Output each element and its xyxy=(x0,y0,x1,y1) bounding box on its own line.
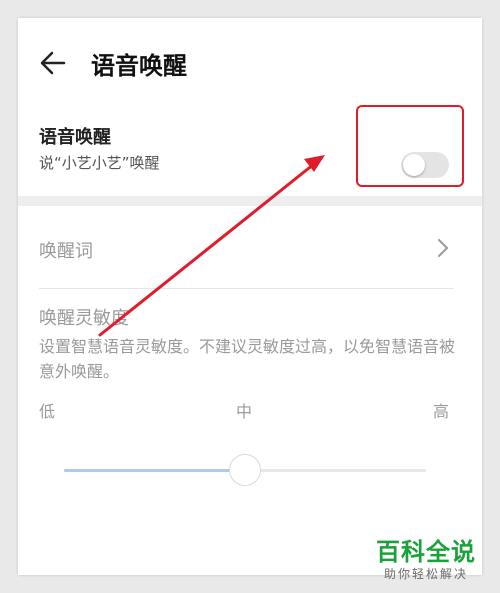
watermark-main: 百科全说 xyxy=(376,538,476,566)
voice-wakeup-title: 语音唤醒 xyxy=(39,127,111,148)
sensitivity-tick-mid: 中 xyxy=(236,402,253,421)
sensitivity-tick-low: 低 xyxy=(39,402,56,421)
page-title: 语音唤醒 xyxy=(91,52,187,80)
annotation-highlight-box xyxy=(356,105,464,187)
wake-word-label: 唤醒词 xyxy=(39,241,93,262)
sensitivity-description: 设置智慧语音灵敏度。不建议灵敏度过高，以免智慧语音被意外唤醒。 xyxy=(39,337,456,381)
watermark-sub: 助你轻松解决 xyxy=(384,567,469,581)
list-divider xyxy=(39,288,454,289)
watermark: 百科全说 助你轻松解决 xyxy=(370,530,486,584)
wake-word-row[interactable]: 唤醒词 xyxy=(18,206,482,288)
header: 语音唤醒 xyxy=(18,18,482,108)
chevron-right-icon xyxy=(438,239,448,257)
settings-screen: 语音唤醒 语音唤醒 说“小艺小艺”唤醒 唤醒词 唤醒灵敏度 设置智慧语音灵敏度。… xyxy=(18,18,482,575)
sensitivity-slider-thumb[interactable] xyxy=(229,454,261,486)
sensitivity-tick-high: 高 xyxy=(433,402,450,421)
sensitivity-title: 唤醒灵敏度 xyxy=(39,308,129,329)
sensitivity-slider-fill xyxy=(64,469,245,472)
section-divider xyxy=(18,196,482,206)
voice-wakeup-subtitle: 说“小艺小艺”唤醒 xyxy=(39,154,160,172)
back-arrow-icon[interactable] xyxy=(38,48,68,78)
